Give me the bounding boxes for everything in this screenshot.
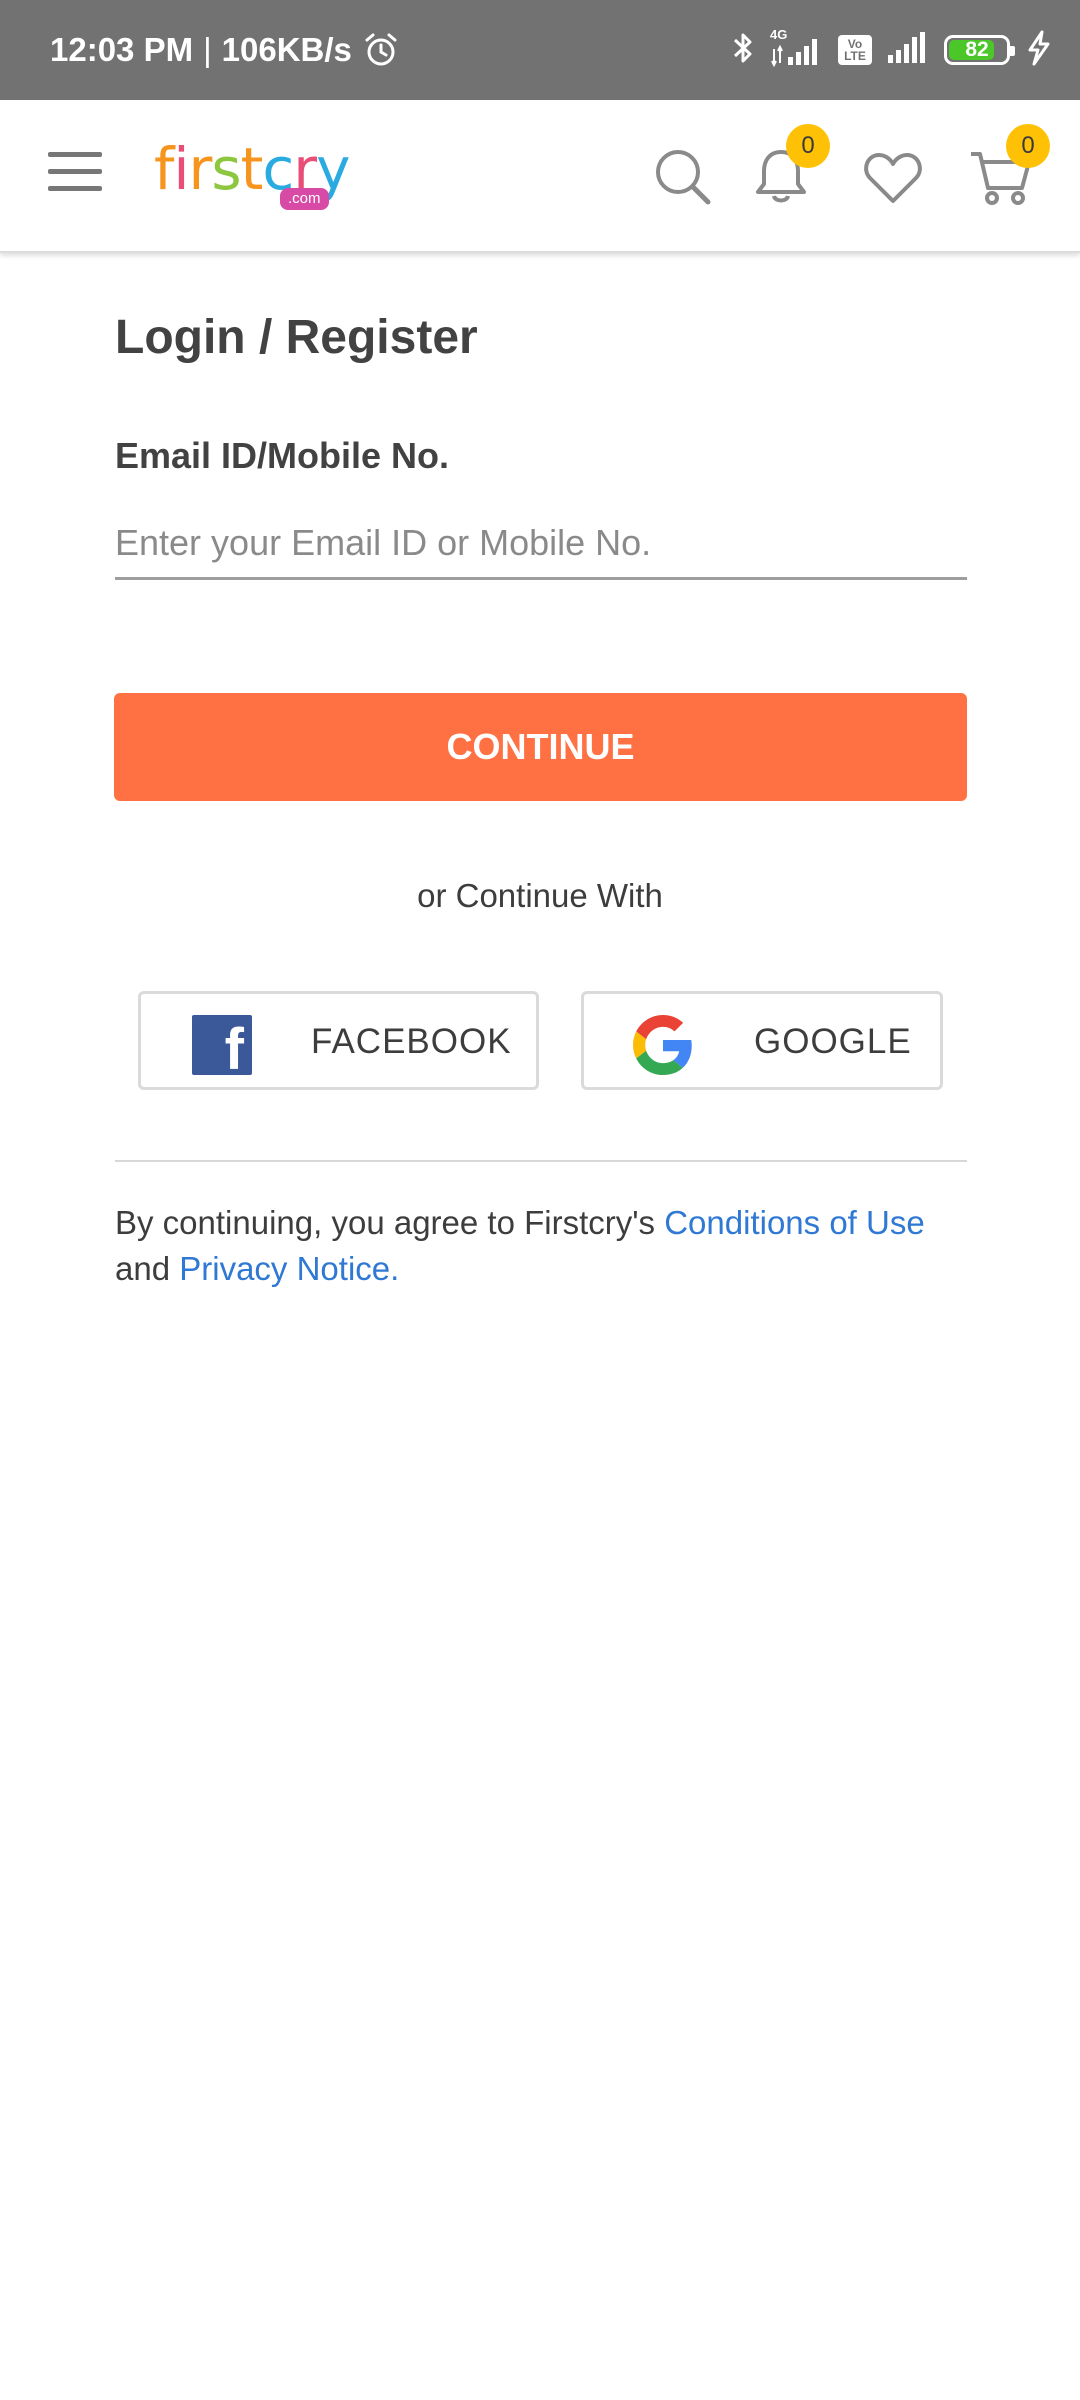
facebook-label: FACEBOOK <box>311 1022 512 1061</box>
legal-and: and <box>115 1250 171 1287</box>
app-header: firstcry .com 0 0 <box>0 100 1080 253</box>
battery-level: 82 <box>965 38 989 61</box>
continue-button[interactable]: CONTINUE <box>114 693 967 801</box>
network-speed: 106KB/s <box>221 31 352 68</box>
google-label: GOOGLE <box>754 1022 912 1061</box>
notification-badge: 0 <box>786 124 830 168</box>
privacy-notice-link[interactable]: Privacy Notice. <box>179 1250 399 1287</box>
divider <box>115 1160 967 1162</box>
logo-letter: r <box>188 135 213 203</box>
signal-icon: 4G <box>770 27 824 67</box>
conditions-of-use-link[interactable]: Conditions of Use <box>664 1204 924 1241</box>
google-icon <box>632 1014 694 1076</box>
facebook-icon: f <box>191 1014 253 1076</box>
battery-icon: 82 <box>944 35 1015 65</box>
heart-icon[interactable] <box>860 144 926 210</box>
network-type: 4G <box>770 27 788 42</box>
charging-icon <box>1024 30 1054 71</box>
status-right: 4G Vo LTE 82 <box>730 0 1054 100</box>
menu-icon[interactable] <box>48 152 104 194</box>
status-bar: 12:03 PM | 106KB/s 4G Vo LTE 82 <box>0 0 1080 100</box>
logo-letter: i <box>173 135 189 203</box>
page-title: Login / Register <box>115 311 478 364</box>
volte-bottom: LTE <box>844 49 866 63</box>
logo-suffix: .com <box>280 188 329 210</box>
logo-letter: f <box>154 135 174 203</box>
signal-icon-2 <box>886 31 930 70</box>
cart-badge: 0 <box>1006 124 1050 168</box>
email-field[interactable] <box>115 508 967 580</box>
logo-letter: t <box>240 135 264 203</box>
or-continue-with: or Continue With <box>417 877 663 914</box>
battery-nub <box>1010 46 1015 56</box>
legal-notice: By continuing, you agree to Firstcry's C… <box>115 1200 975 1292</box>
search-icon[interactable] <box>650 144 716 210</box>
logo-letter: s <box>211 135 241 203</box>
volte-icon: Vo LTE <box>838 35 872 65</box>
bluetooth-icon <box>730 30 756 71</box>
alarm-icon <box>362 31 400 69</box>
status-separator: | <box>203 31 212 68</box>
google-button[interactable]: GOOGLE <box>581 991 943 1090</box>
firstcry-logo[interactable]: firstcry .com <box>150 128 360 228</box>
legal-prefix: By continuing, you agree to Firstcry's <box>115 1204 656 1241</box>
status-left: 12:03 PM | 106KB/s <box>50 0 400 100</box>
facebook-button[interactable]: f FACEBOOK <box>138 991 539 1090</box>
status-time: 12:03 PM <box>50 31 194 68</box>
email-field-label: Email ID/Mobile No. <box>115 435 450 476</box>
